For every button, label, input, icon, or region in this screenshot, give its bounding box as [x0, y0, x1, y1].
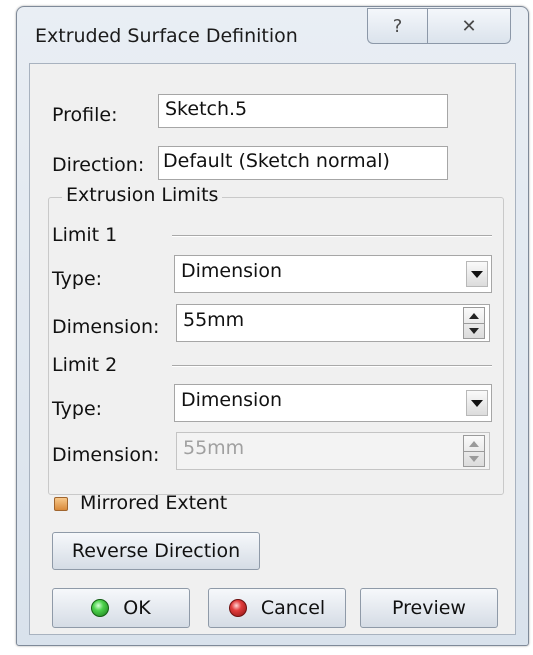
limit1-type-value: Dimension	[181, 260, 282, 282]
limit1-separator	[172, 235, 492, 237]
limit1-dimension-field[interactable]: 55mm	[176, 304, 490, 342]
limit2-type-value: Dimension	[181, 389, 282, 411]
limit1-dimension-value: 55mm	[183, 309, 245, 331]
reverse-direction-button[interactable]: Reverse Direction	[52, 532, 260, 570]
reverse-direction-label: Reverse Direction	[71, 540, 241, 562]
profile-field[interactable]: Sketch.5	[158, 94, 448, 128]
limit1-type-dropdown[interactable]: Dimension	[174, 255, 492, 293]
limit1-header: Limit 1	[52, 224, 118, 246]
mirrored-extent-label: Mirrored Extent	[80, 492, 228, 514]
profile-label: Profile:	[52, 104, 118, 126]
limit2-header: Limit 2	[52, 354, 118, 376]
limit1-dimension-label: Dimension:	[52, 316, 160, 338]
limit2-type-label: Type:	[52, 398, 103, 420]
direction-field[interactable]: Default (Sketch normal)	[158, 146, 448, 180]
limit1-type-label: Type:	[52, 268, 103, 290]
dialog-title: Extruded Surface Definition	[35, 25, 298, 47]
spin-down-icon[interactable]	[464, 451, 484, 466]
ok-label: OK	[123, 597, 151, 619]
cancel-status-icon	[228, 599, 247, 617]
ok-button[interactable]: OK	[52, 588, 190, 628]
cancel-button[interactable]: Cancel	[208, 588, 346, 628]
limit2-type-dropdown[interactable]: Dimension	[174, 384, 492, 422]
limit2-dimension-spinner[interactable]	[463, 435, 485, 467]
preview-label: Preview	[392, 597, 466, 619]
limit2-dimension-field[interactable]: 55mm	[176, 432, 490, 470]
limit2-dimension-value: 55mm	[183, 437, 245, 459]
spin-down-icon[interactable]	[464, 323, 484, 338]
spin-up-icon[interactable]	[464, 436, 484, 452]
direction-label: Direction:	[52, 154, 145, 176]
dialog-body: Profile: Sketch.5 Direction: Default (Sk…	[29, 63, 516, 635]
dialog-window: Extruded Surface Definition ? ✕ Profile:…	[16, 6, 529, 646]
help-button[interactable]: ?	[367, 8, 427, 44]
spin-up-icon[interactable]	[464, 308, 484, 324]
limit1-dropdown-arrow[interactable]	[466, 261, 488, 287]
preview-button[interactable]: Preview	[360, 588, 498, 628]
close-icon: ✕	[461, 15, 477, 37]
cancel-label: Cancel	[260, 597, 326, 619]
extrusion-limits-legend: Extrusion Limits	[62, 184, 223, 206]
limit2-dropdown-arrow[interactable]	[466, 390, 488, 416]
limit2-separator	[172, 365, 492, 367]
help-icon: ?	[392, 15, 403, 37]
chevron-down-icon	[471, 399, 483, 407]
limit2-dimension-label: Dimension:	[52, 444, 160, 466]
limit1-dimension-spinner[interactable]	[463, 307, 485, 339]
mirrored-extent-checkbox[interactable]	[54, 497, 68, 511]
ok-status-icon	[91, 599, 110, 617]
chevron-down-icon	[471, 270, 483, 278]
close-button[interactable]: ✕	[427, 8, 511, 44]
